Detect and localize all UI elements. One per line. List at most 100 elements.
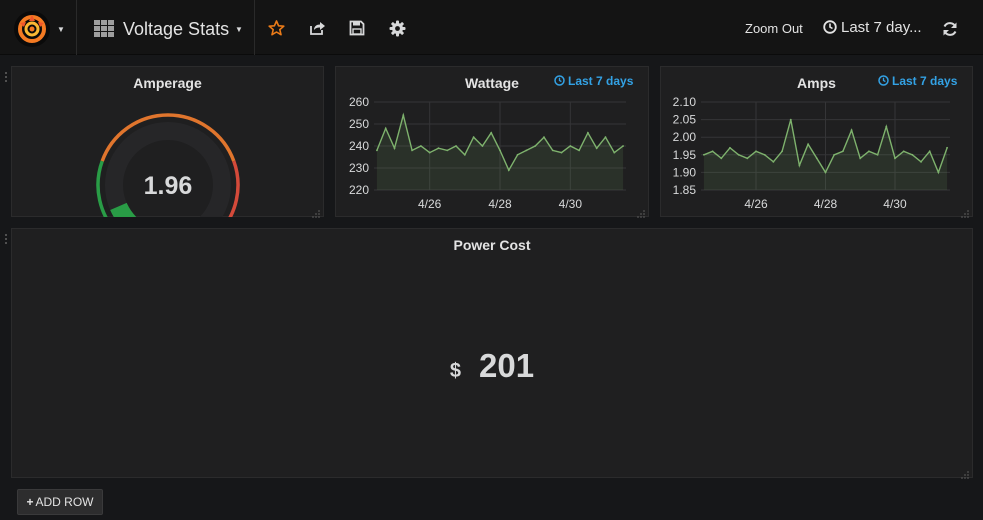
row-drag-handle[interactable] — [4, 233, 8, 245]
grafana-menu-button[interactable]: ▼ — [0, 0, 77, 55]
panel-resize-handle[interactable] — [961, 205, 969, 218]
share-icon[interactable] — [309, 20, 326, 41]
add-row-button[interactable]: + ADD ROW — [17, 489, 103, 515]
data-point — [481, 145, 484, 147]
stat-prefix: $ — [449, 360, 462, 382]
amperage-panel[interactable]: Amperage 1.96 — [11, 66, 324, 218]
data-point — [613, 151, 616, 154]
dashboard-picker-button[interactable]: Voltage Stats ▼ — [78, 0, 255, 55]
save-icon[interactable] — [349, 20, 365, 41]
y-tick-label: 1.95 — [673, 148, 697, 162]
star-icon[interactable] — [268, 20, 285, 41]
data-point — [920, 160, 922, 163]
data-point — [507, 169, 510, 172]
data-point — [859, 157, 862, 160]
data-point — [746, 157, 749, 160]
data-point — [587, 131, 589, 134]
data-point — [902, 150, 905, 153]
gauge-value-fill — [110, 202, 137, 217]
amps-graph: 2.10 2.05 2.00 1.95 1.90 1.85 4/26 4/28 4/30 — [673, 95, 950, 211]
data-point — [937, 171, 940, 174]
data-point — [815, 157, 818, 160]
data-point — [928, 150, 931, 153]
data-point — [702, 153, 705, 156]
data-point — [551, 149, 554, 152]
time-range-picker[interactable]: Last 7 day... — [823, 19, 922, 38]
stat-value: 201 — [479, 347, 535, 384]
data-point — [525, 149, 528, 152]
refresh-icon[interactable] — [942, 21, 958, 42]
x-tick-label: 4/28 — [488, 197, 512, 211]
zoom-out-button[interactable]: Zoom Out — [745, 21, 803, 36]
data-point — [841, 150, 844, 153]
data-point — [755, 150, 757, 153]
data-point — [729, 146, 731, 149]
data-point — [885, 125, 888, 128]
data-point — [472, 136, 475, 139]
time-range-label: Last 7 day... — [841, 19, 922, 36]
data-point — [402, 114, 405, 117]
gear-icon[interactable] — [389, 20, 406, 42]
y-tick-label: 1.85 — [673, 183, 697, 197]
data-point — [868, 150, 870, 153]
wattage-panel[interactable]: Wattage Last 7 days 260 250 240 230 220 4/26 4… — [335, 66, 649, 218]
y-tick-label: 240 — [349, 139, 369, 153]
amps-panel[interactable]: Amps Last 7 days 2.10 2.05 2.00 1.95 1.90 1.8… — [660, 66, 973, 218]
panel-title: Power Cost — [453, 237, 531, 253]
data-point — [455, 145, 457, 147]
data-point — [419, 145, 422, 147]
y-tick-label: 1.90 — [673, 165, 697, 179]
data-point — [604, 136, 607, 139]
panel-resize-handle[interactable] — [961, 466, 969, 479]
dashboard-title: Voltage Stats — [123, 19, 230, 39]
panel-resize-handle[interactable] — [312, 205, 320, 218]
data-point — [798, 164, 801, 167]
x-tick-label: 4/30 — [559, 197, 583, 211]
data-point — [711, 150, 714, 153]
x-tick-label: 4/26 — [744, 197, 768, 211]
data-point — [446, 149, 449, 152]
data-point — [850, 129, 853, 132]
data-point — [807, 143, 810, 146]
y-tick-label: 230 — [349, 161, 369, 175]
x-tick-label: 4/26 — [418, 197, 442, 211]
data-point — [595, 147, 598, 150]
data-point — [393, 147, 396, 150]
wattage-graph: 260 250 240 230 220 4/26 4/28 4/30 — [349, 95, 626, 211]
chevron-down-icon: ▼ — [235, 25, 243, 34]
data-point — [569, 145, 572, 147]
data-point — [543, 136, 545, 139]
singlestat: $201 — [12, 347, 972, 385]
y-tick-label: 2.00 — [673, 130, 697, 144]
panel-resize-handle[interactable] — [637, 205, 645, 218]
data-point — [911, 153, 914, 156]
y-tick-label: 2.10 — [673, 95, 697, 109]
row-drag-handle[interactable] — [4, 71, 8, 83]
grafana-logo-icon — [14, 11, 50, 47]
dashboard-grid-icon — [94, 20, 114, 43]
data-point — [578, 149, 581, 152]
data-point — [772, 160, 775, 163]
data-point — [824, 171, 827, 174]
top-navbar: ▼ Voltage Stats ▼ Zoom Out Last 7 day... — [0, 0, 983, 55]
data-point — [499, 149, 501, 152]
chevron-down-icon: ▼ — [57, 25, 65, 34]
data-point — [622, 145, 624, 147]
data-point — [376, 149, 378, 152]
power-cost-panel[interactable]: Power Cost $201 — [11, 228, 973, 479]
plus-icon: + — [26, 495, 34, 509]
y-tick-label: 260 — [349, 95, 369, 109]
y-tick-label: 220 — [349, 183, 369, 197]
data-point — [894, 157, 896, 160]
clock-icon — [823, 20, 837, 38]
data-point — [463, 153, 466, 156]
data-point — [781, 150, 783, 153]
data-point — [720, 157, 723, 160]
y-tick-label: 250 — [349, 117, 369, 131]
data-point — [560, 151, 563, 154]
gauge-value: 1.96 — [143, 172, 193, 200]
data-point — [763, 153, 766, 156]
data-point — [833, 153, 836, 156]
data-point — [789, 118, 792, 121]
data-point — [946, 146, 949, 149]
